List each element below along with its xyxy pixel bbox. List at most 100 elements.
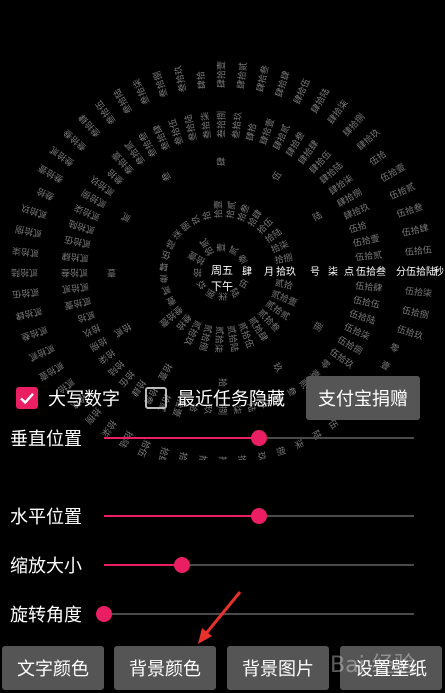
minute-ring-label: 贰拾叁	[61, 267, 88, 279]
uppercase-numbers-label: 大写数字	[48, 389, 120, 410]
second-ring-label: 叁拾	[35, 185, 56, 203]
minute-ring-label: 贰拾伍	[63, 233, 92, 250]
current-day: 拾玖	[276, 265, 296, 278]
minute-ring-label: 叁拾陆	[182, 113, 199, 142]
alipay-donate-button[interactable]: 支付宝捐赠	[306, 376, 420, 420]
uppercase-numbers-checkbox[interactable]: 大写数字	[16, 372, 120, 424]
vertical-position-thumb[interactable]	[251, 430, 267, 446]
minute-ring-label: 伍拾伍	[352, 294, 381, 311]
second-ring-label: 伍拾捌	[401, 304, 430, 321]
second-ring-label: 叁拾壹	[36, 162, 65, 186]
second-ring-label: 叁拾玖	[172, 64, 189, 93]
second-ring-label: 伍拾玖	[395, 323, 424, 343]
scale-slider-row: 缩放大小	[0, 545, 445, 585]
hour-unit: 点	[344, 266, 354, 278]
background-color-button[interactable]: 背景颜色	[114, 646, 216, 690]
day-ring-label: 伍	[160, 248, 172, 261]
slider-fill	[104, 515, 259, 517]
month-ring-label: 贰	[226, 244, 241, 258]
second-ring-label: 肆拾肆	[273, 69, 293, 98]
bottom-button-bar: 文字颜色 背景颜色 背景图片 设置壁纸	[0, 642, 445, 693]
hour-ring-label: 叁	[159, 170, 174, 184]
red-arrow-icon	[198, 591, 242, 644]
background-image-button[interactable]: 背景图片	[227, 646, 329, 690]
minute-ring-label: 肆拾	[244, 122, 259, 142]
second-ring-label: 贰拾柒	[11, 245, 39, 260]
checkbox-checked-icon[interactable]	[16, 387, 38, 409]
hide-recent-tasks-label: 最近任务隐藏	[177, 389, 285, 410]
minute-ring-label: 零	[318, 358, 332, 372]
second-ring-label: 伍拾贰	[387, 180, 417, 202]
second-ring-label: 贰拾玖	[19, 202, 48, 222]
minute-ring-label: 伍拾贰	[355, 249, 383, 264]
second-ring-label: 叁拾贰	[47, 143, 76, 169]
clock-ampm: 下午	[211, 280, 233, 293]
month-unit: 月	[264, 266, 274, 278]
clock-weekday: 周五	[211, 264, 233, 277]
hour-ring-label: 拾贰	[112, 320, 134, 339]
horizontal-position-track[interactable]	[104, 508, 414, 524]
second-unit: 秒	[434, 265, 444, 278]
vertical-position-slider-row: 垂直位置	[0, 418, 445, 458]
current-second: 伍拾陆	[406, 265, 436, 278]
hour-ring-label: 壹	[107, 267, 116, 279]
set-wallpaper-button[interactable]: 设置壁纸	[340, 646, 442, 690]
minute-ring-label: 叁拾捌	[216, 111, 228, 138]
second-ring-label: 伍拾	[367, 148, 389, 168]
second-ring-label: 肆拾贰	[235, 61, 250, 89]
second-ring-label: 叁拾肆	[76, 112, 103, 140]
horizontal-position-slider-row: 水平位置	[0, 496, 445, 536]
day-ring-label: 拾壹	[212, 200, 225, 219]
rotation-label: 旋转角度	[10, 605, 82, 626]
second-ring-label: 叁拾伍	[93, 98, 119, 127]
current-hour: 柒	[328, 265, 338, 278]
month-ring-label: 柒	[217, 292, 229, 301]
month-ring-label: 拾	[193, 267, 202, 279]
text-color-button[interactable]: 文字颜色	[2, 646, 104, 690]
minute-ring-label: 贰拾	[76, 308, 97, 325]
second-ring-label: 肆拾柒	[325, 97, 351, 126]
hour-ring-label: 捌	[311, 319, 325, 334]
second-ring-label: 贰拾陆	[11, 267, 38, 279]
second-ring-label: 伍拾伍	[404, 244, 432, 259]
minute-ring-label: 叁	[284, 385, 299, 399]
minute-ring-label: 贰拾肆	[61, 250, 89, 265]
vertical-position-label: 垂直位置	[10, 429, 82, 450]
current-minute: 伍拾叁	[356, 265, 386, 278]
second-ring-label: 肆拾伍	[291, 77, 313, 107]
second-ring-label: 零	[388, 342, 401, 356]
minute-ring-label: 贰拾壹	[63, 295, 92, 312]
hour-ring-label: 陆	[311, 209, 325, 224]
second-ring-label: 伍拾叁	[395, 201, 424, 221]
minute-ring-label: 伍拾肆	[355, 280, 383, 295]
minute-ring-label: 叁拾柒	[199, 111, 214, 139]
second-ring-label: 伍拾肆	[401, 222, 430, 239]
second-ring-label: 肆拾陆	[308, 86, 332, 115]
minute-ring-label: 伍拾壹	[352, 232, 381, 249]
hide-recent-tasks-checkbox[interactable]: 最近任务隐藏	[145, 372, 285, 424]
second-ring-label: 壹	[379, 358, 393, 373]
second-ring-label: 肆拾壹	[216, 61, 228, 88]
day-ring-label: 贰拾柒	[212, 326, 225, 354]
month-ring-label: 伍	[237, 277, 250, 291]
scale-track[interactable]	[104, 557, 414, 573]
second-ring-label: 贰拾叁	[20, 324, 49, 344]
second-ring-label: 贰拾捌	[14, 223, 43, 240]
minute-ring-label: 叁拾玖	[230, 111, 245, 139]
checkbox-unchecked-icon[interactable]	[145, 387, 167, 409]
rotation-thumb[interactable]	[96, 606, 112, 622]
vertical-position-track[interactable]	[104, 430, 414, 446]
scale-thumb[interactable]	[173, 557, 190, 573]
rotation-track[interactable]	[96, 606, 414, 622]
day-ring-label: 叁	[159, 272, 169, 285]
second-ring-label: 叁拾叁	[61, 127, 89, 154]
current-month: 肆	[242, 266, 252, 278]
scale-label: 缩放大小	[10, 556, 82, 577]
second-ring-label: 肆拾叁	[254, 64, 271, 93]
minute-ring-label: 伍拾	[347, 219, 368, 236]
slider-fill	[104, 437, 259, 439]
second-ring-label: 贰拾伍	[12, 286, 40, 301]
horizontal-position-thumb[interactable]	[251, 508, 267, 524]
second-ring-label: 肆拾捌	[340, 111, 367, 139]
hour-ring-label: 肆	[216, 157, 228, 166]
